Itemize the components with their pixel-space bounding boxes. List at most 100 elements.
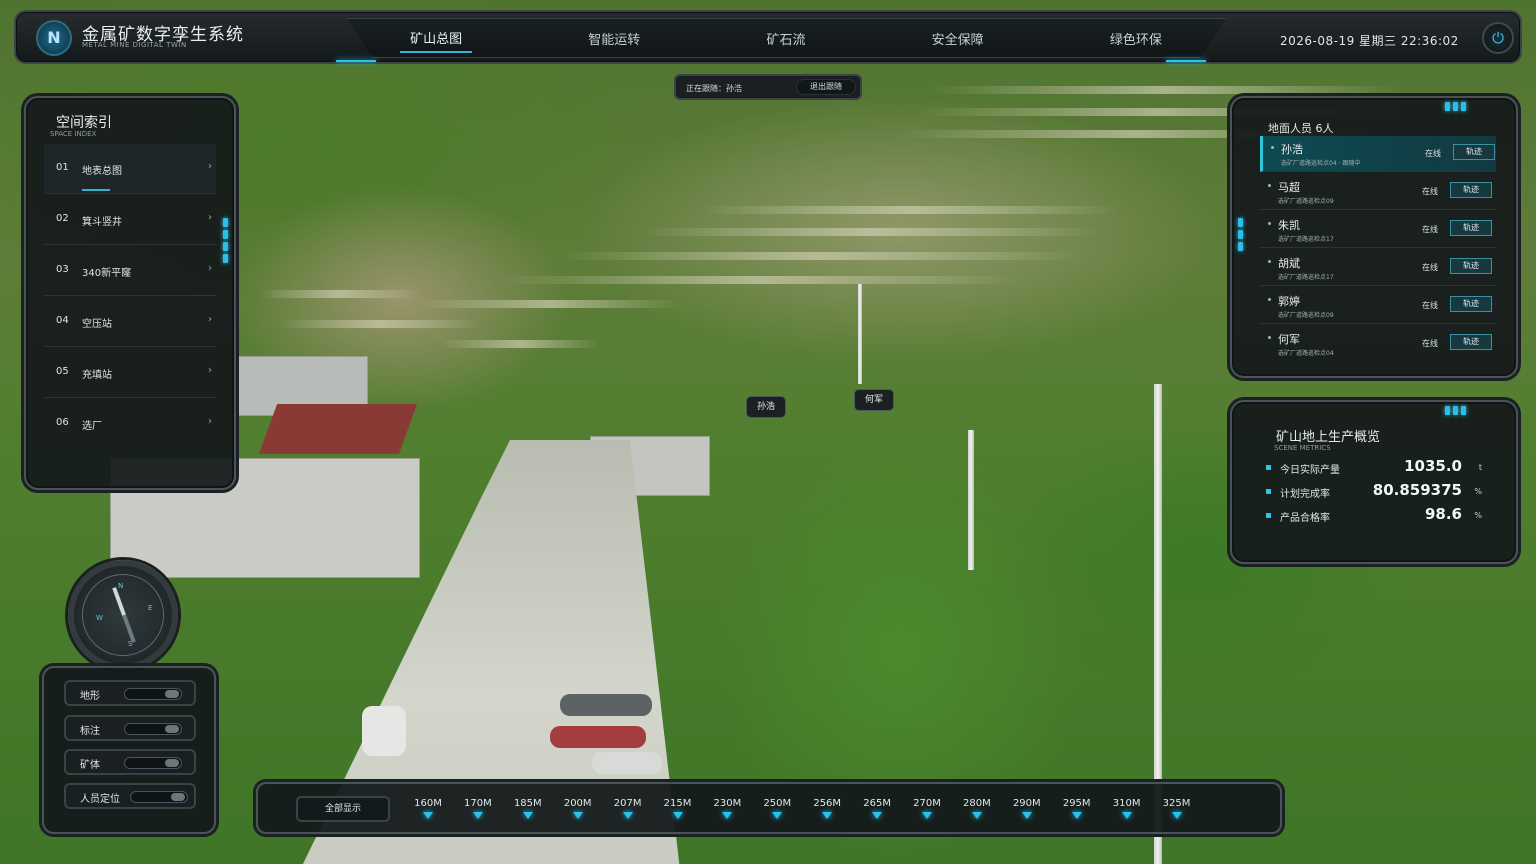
track-button[interactable]: 轨迹 — [1450, 182, 1492, 198]
tab-smart-operation[interactable]: 智能运转 — [578, 25, 650, 52]
bullet — [1266, 489, 1271, 494]
layer-label: 地形 — [80, 691, 100, 702]
bullet — [1268, 336, 1271, 339]
bullet — [1268, 222, 1271, 225]
track-button[interactable]: 轨迹 — [1450, 296, 1492, 312]
level-button[interactable]: 310M — [1107, 798, 1147, 819]
level-button[interactable]: 270M — [907, 798, 947, 819]
person-name: 马超 — [1278, 181, 1300, 194]
layer-toggle[interactable] — [130, 791, 188, 803]
terrace — [700, 206, 1120, 214]
down-arrow-icon — [522, 812, 533, 819]
layer-toggle[interactable] — [124, 723, 182, 735]
production-title: 矿山地上生产概览 — [1276, 430, 1381, 445]
down-arrow-icon — [722, 812, 733, 819]
space-index-item[interactable]: 02 箕斗竖井 › — [44, 195, 216, 245]
compass-east: E — [148, 604, 153, 612]
level-button[interactable]: 290M — [1007, 798, 1047, 819]
level-button[interactable]: 160M — [408, 798, 448, 819]
layer-label: 人员定位 — [80, 794, 120, 805]
level-button[interactable]: 170M — [458, 798, 498, 819]
item-number: 06 — [56, 417, 69, 428]
metric-unit: t — [1478, 463, 1482, 472]
top-bar: N 金属矿数字孪生系统 METAL MINE DIGITAL TWIN 矿山总图… — [14, 10, 1522, 64]
level-button[interactable]: 265M — [857, 798, 897, 819]
person-name: 朱凯 — [1278, 219, 1300, 232]
personnel-title: 地面人员 6人 — [1268, 122, 1334, 135]
tab-green-environment[interactable]: 绿色环保 — [1100, 25, 1172, 52]
level-button[interactable]: 215M — [658, 798, 698, 819]
person-status: 在线 — [1422, 187, 1438, 196]
parked-car — [550, 726, 646, 748]
layer-label: 标注 — [80, 726, 100, 737]
exit-follow-button[interactable]: 退出跟随 — [796, 79, 856, 95]
person-row[interactable]: 马超 选矿厂道路巡检点09 在线 轨迹 — [1260, 174, 1496, 210]
level-button[interactable]: 325M — [1157, 798, 1197, 819]
chevron-right-icon: › — [208, 161, 212, 172]
down-arrow-icon — [672, 812, 683, 819]
down-arrow-icon — [971, 812, 982, 819]
panel-accent — [1445, 406, 1466, 415]
show-all-button[interactable]: 全部显示 — [296, 796, 390, 822]
level-button[interactable]: 295M — [1057, 798, 1097, 819]
metric-label: 计划完成率 — [1280, 489, 1330, 500]
track-button[interactable]: 轨迹 — [1450, 220, 1492, 236]
person-row[interactable]: 孙浩 选矿厂道路巡检点04 · 跟随中 在线 轨迹 — [1260, 136, 1496, 172]
app-subtitle: METAL MINE DIGITAL TWIN — [82, 41, 187, 49]
person-tag[interactable]: 孙浩 — [746, 396, 787, 418]
layer-terrain[interactable]: 地形 — [64, 680, 196, 706]
power-icon[interactable]: ⏻ — [1482, 22, 1514, 54]
tab-safety[interactable]: 安全保障 — [922, 25, 994, 52]
logo-icon: N — [36, 20, 72, 56]
track-button[interactable]: 轨迹 — [1450, 334, 1492, 350]
person-name: 孙浩 — [1281, 143, 1303, 156]
level-label: 270M — [913, 798, 941, 809]
item-number: 01 — [56, 162, 69, 173]
follow-bar: 正在跟随：孙浩 退出跟随 — [674, 74, 862, 100]
level-button[interactable]: 230M — [707, 798, 747, 819]
person-row[interactable]: 郭婷 选矿厂道路巡检点09 在线 轨迹 — [1260, 288, 1496, 324]
space-index-item[interactable]: 01 地表总图 › — [44, 144, 216, 194]
level-button[interactable]: 256M — [807, 798, 847, 819]
down-arrow-icon — [772, 812, 783, 819]
building-red-roof — [258, 404, 418, 454]
layer-personnel[interactable]: 人员定位 — [64, 783, 196, 809]
level-button[interactable]: 207M — [608, 798, 648, 819]
level-button[interactable]: 185M — [508, 798, 548, 819]
production-subtitle: SCENE METRICS — [1274, 444, 1331, 452]
level-label: 265M — [863, 798, 891, 809]
bullet — [1266, 465, 1271, 470]
layer-orebody[interactable]: 矿体 — [64, 749, 196, 775]
person-location: 选矿厂道路巡检点09 — [1278, 198, 1334, 205]
down-arrow-icon — [423, 812, 433, 819]
accent-line — [1166, 60, 1206, 62]
layer-toggle[interactable] — [124, 688, 182, 700]
item-number: 02 — [56, 213, 69, 224]
level-button[interactable]: 250M — [757, 798, 797, 819]
level-button[interactable]: 200M — [558, 798, 598, 819]
level-button[interactable]: 280M — [957, 798, 997, 819]
person-row[interactable]: 何军 选矿厂道路巡检点04 在线 轨迹 — [1260, 326, 1496, 362]
compass[interactable]: N E W S — [62, 560, 186, 670]
space-index-item[interactable]: 04 空压站 › — [44, 297, 216, 347]
metric-row: 计划完成率 80.859375 % — [1262, 481, 1486, 504]
space-index-item[interactable]: 06 选厂 › — [44, 399, 216, 449]
person-status: 在线 — [1422, 225, 1438, 234]
track-button[interactable]: 轨迹 — [1450, 258, 1492, 274]
person-tag[interactable]: 何军 — [854, 389, 895, 411]
layer-toggle[interactable] — [124, 757, 182, 769]
person-row[interactable]: 朱凯 选矿厂道路巡检点17 在线 轨迹 — [1260, 212, 1496, 248]
down-arrow-icon — [1021, 812, 1032, 819]
compass-north: N — [118, 582, 124, 590]
tab-mine-overview[interactable]: 矿山总图 — [400, 24, 473, 53]
down-arrow-icon — [1121, 812, 1132, 819]
space-index-item[interactable]: 03 340新平窿 › — [44, 246, 216, 296]
tab-ore-flow[interactable]: 矿石流 — [756, 25, 815, 52]
person-status: 在线 — [1425, 149, 1441, 158]
level-label: 160M — [414, 798, 442, 809]
level-label: 325M — [1162, 798, 1191, 809]
space-index-item[interactable]: 05 充填站 › — [44, 348, 216, 398]
person-row[interactable]: 胡斌 选矿厂道路巡检点17 在线 轨迹 — [1260, 250, 1496, 286]
layer-labels[interactable]: 标注 — [64, 715, 196, 741]
track-button[interactable]: 轨迹 — [1453, 144, 1495, 160]
